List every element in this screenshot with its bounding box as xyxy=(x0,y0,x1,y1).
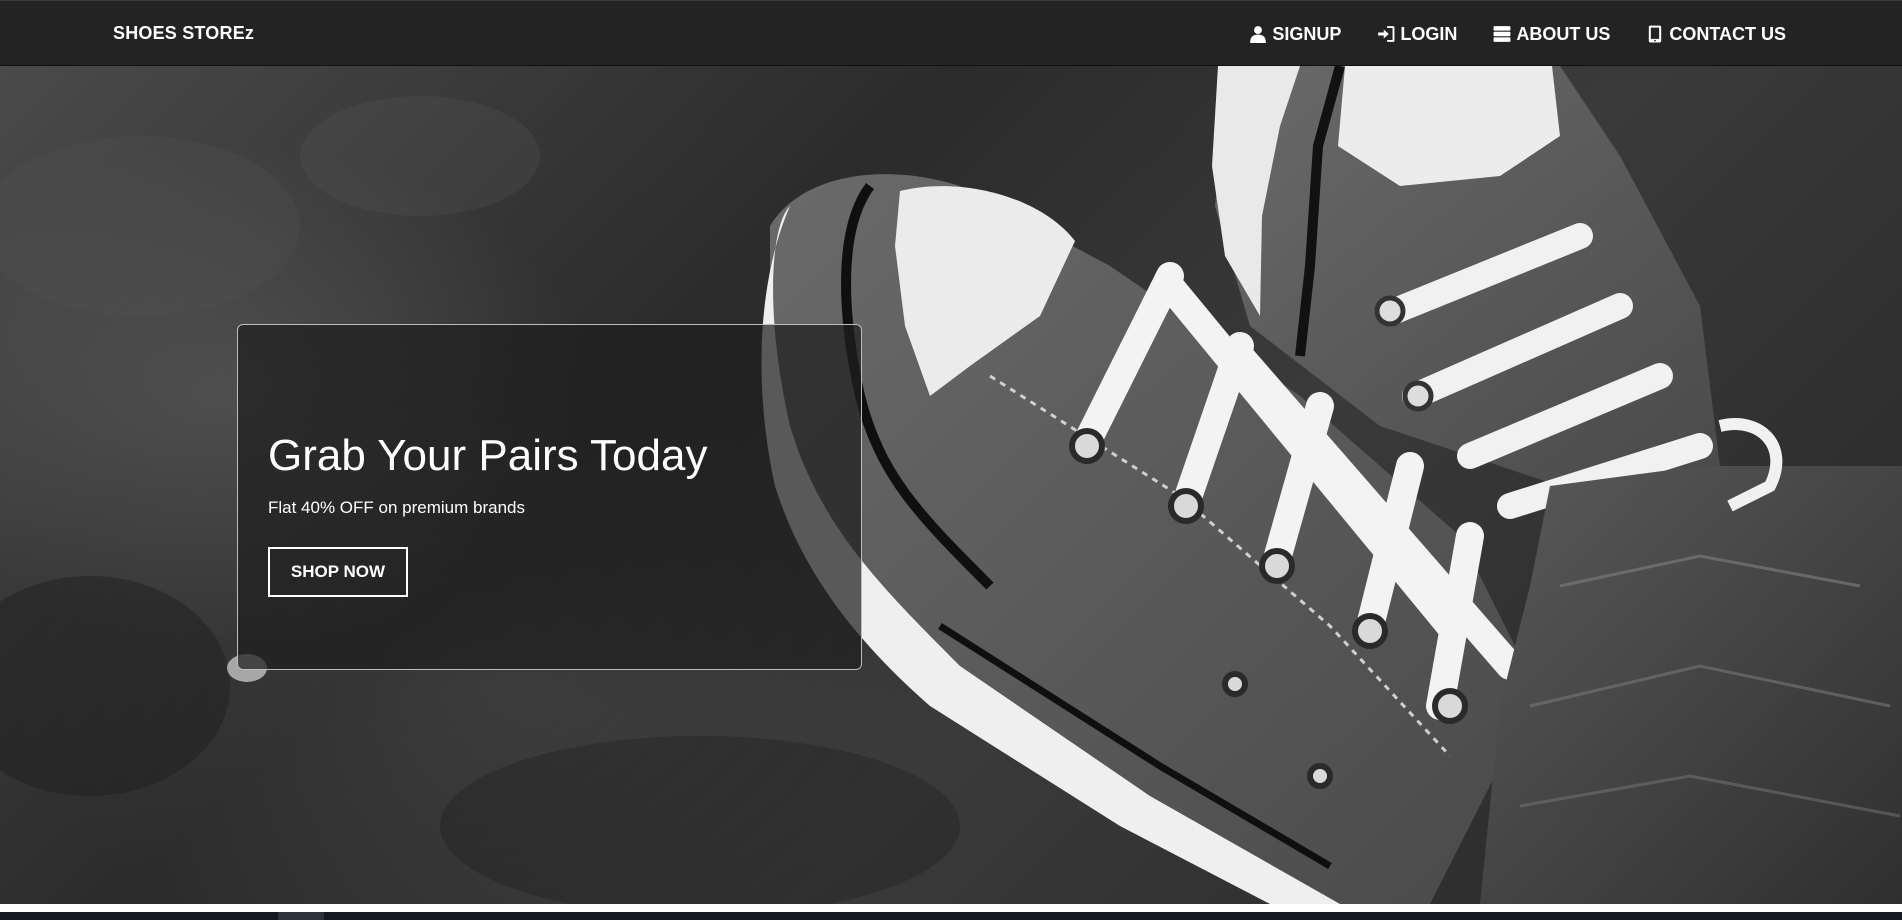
taskbar-tab xyxy=(278,912,324,920)
user-icon xyxy=(1250,26,1267,43)
navbar: SHOES STOREz SIGNUP LOGIN ABOUT US CONTA… xyxy=(0,0,1902,66)
nav-about-link[interactable]: ABOUT US xyxy=(1493,21,1610,47)
nav-contact-link[interactable]: CONTACT US xyxy=(1646,21,1786,47)
server-icon xyxy=(1493,26,1511,42)
promo-subtitle: Flat 40% OFF on premium brands xyxy=(268,498,525,517)
nav-links: SIGNUP LOGIN ABOUT US CONTACT US xyxy=(1213,21,1786,47)
login-icon xyxy=(1378,26,1395,42)
nav-signup-label: SIGNUP xyxy=(1272,23,1342,44)
nav-login-label: LOGIN xyxy=(1400,23,1458,44)
shop-now-button[interactable]: SHOP NOW xyxy=(268,547,408,597)
nav-signup-link[interactable]: SIGNUP xyxy=(1249,21,1341,47)
promo-card: Grab Your Pairs Today Flat 40% OFF on pr… xyxy=(237,324,862,670)
hero-banner: Grab Your Pairs Today Flat 40% OFF on pr… xyxy=(0,66,1902,904)
promo-title: Grab Your Pairs Today xyxy=(268,431,708,480)
nav-about-label: ABOUT US xyxy=(1516,23,1611,44)
nav-contact-label: CONTACT US xyxy=(1669,23,1786,44)
brand-logo[interactable]: SHOES STOREz xyxy=(113,23,254,44)
nav-login-link[interactable]: LOGIN xyxy=(1377,21,1457,47)
mobile-icon xyxy=(1649,25,1662,43)
